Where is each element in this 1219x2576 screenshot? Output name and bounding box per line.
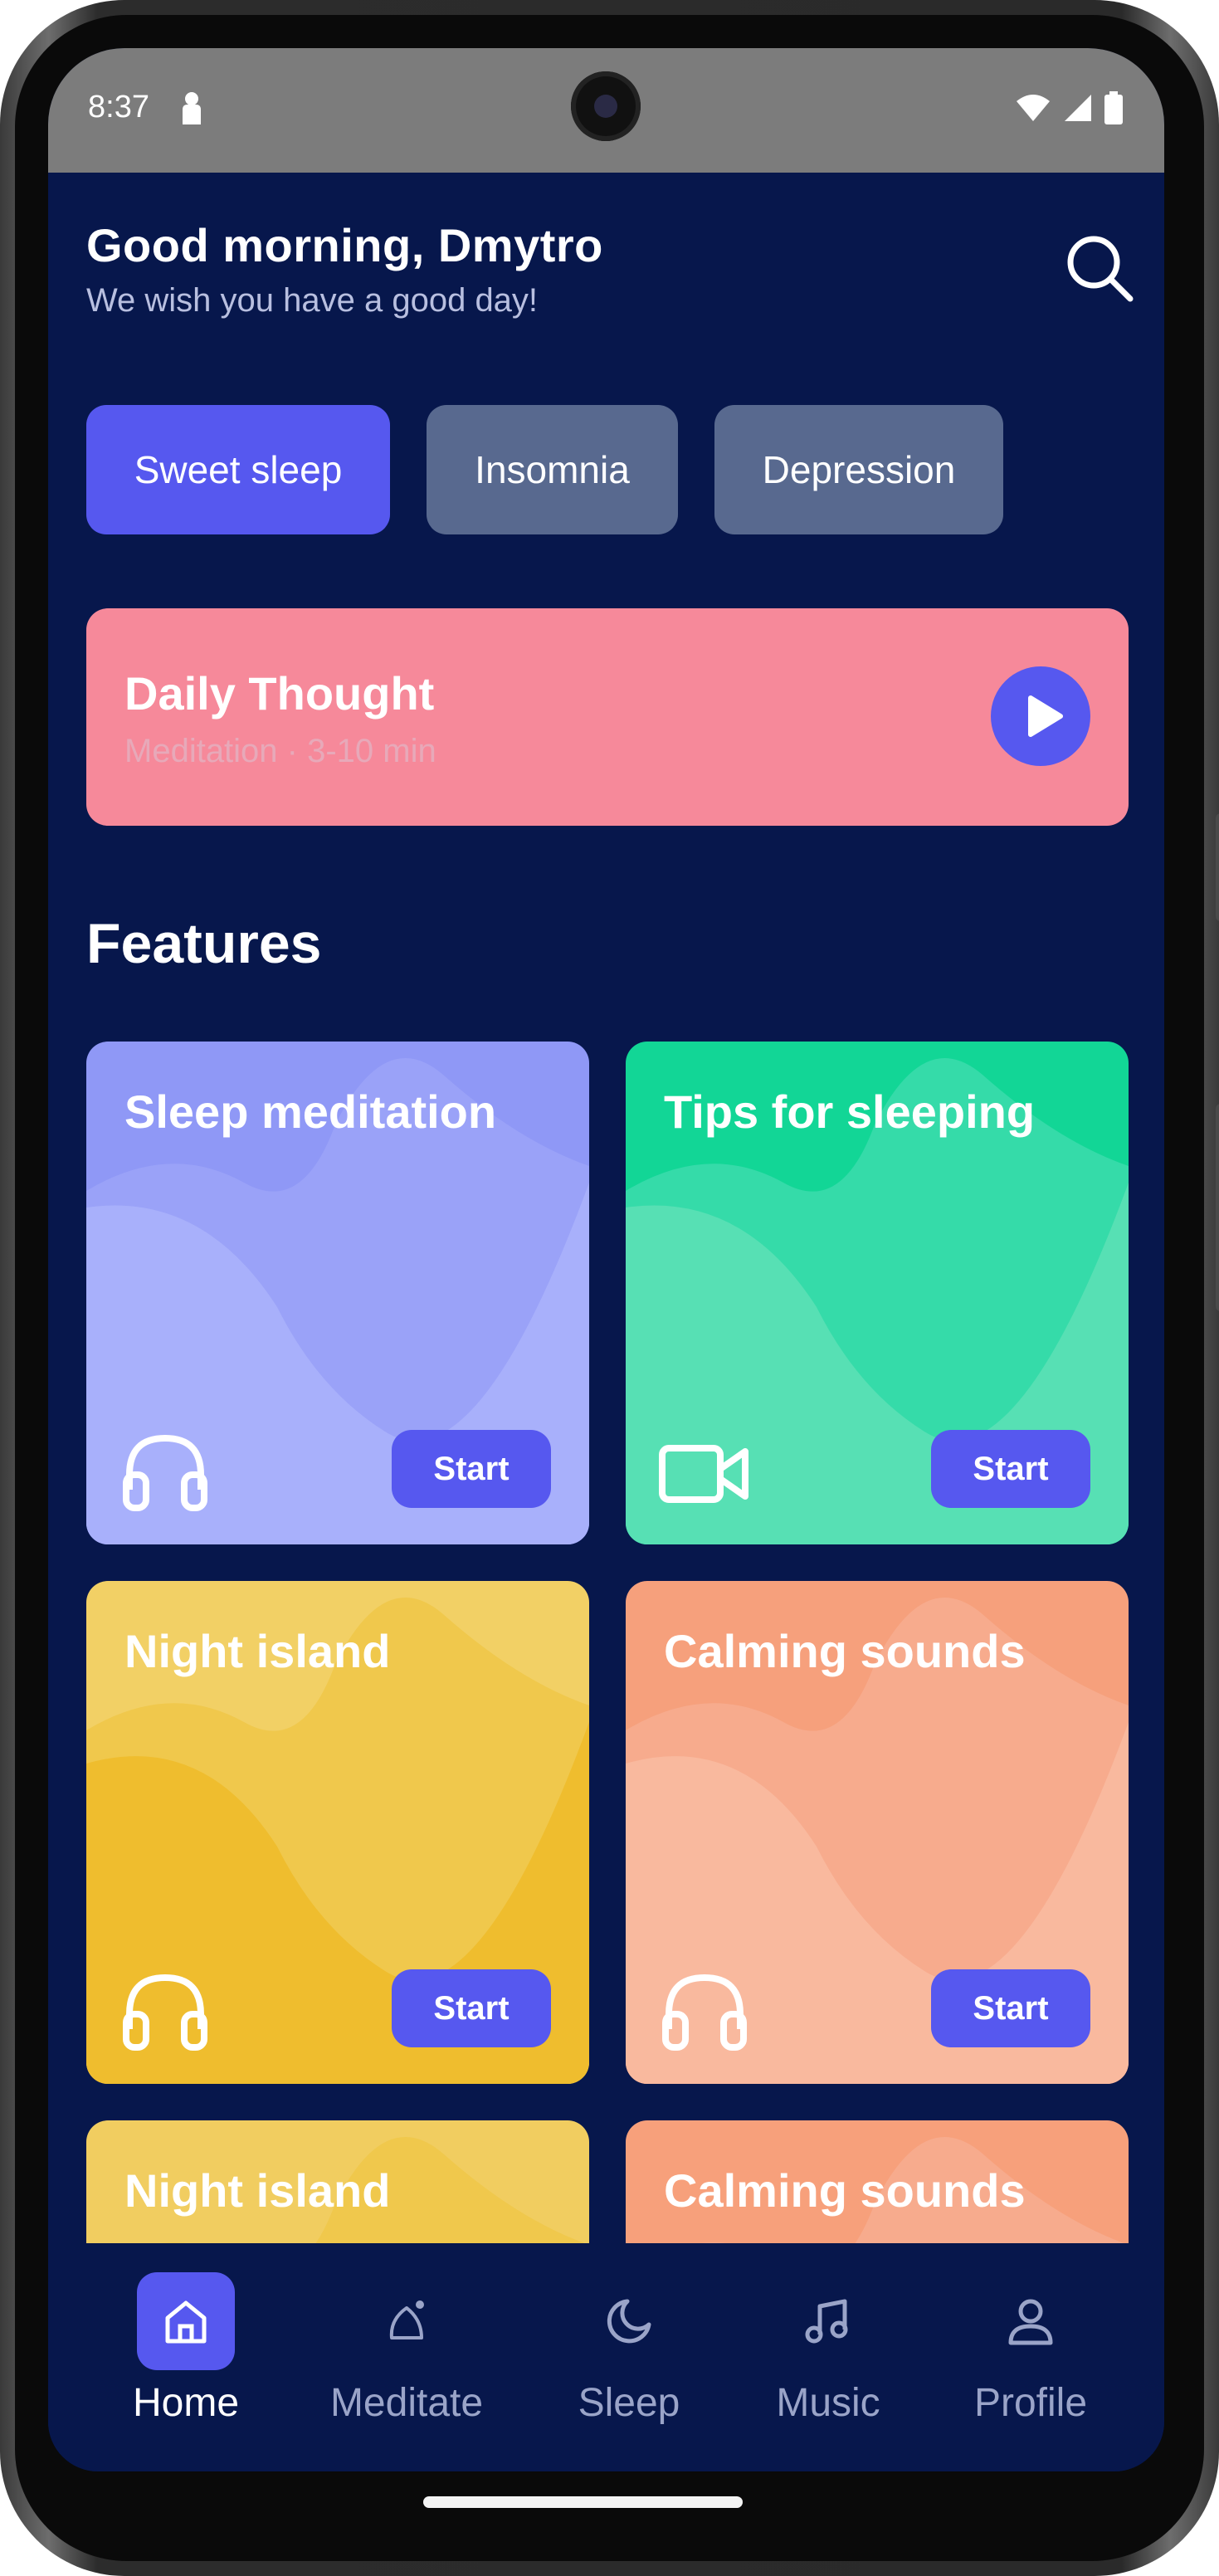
nav-meditate-icon-wrap <box>358 2272 456 2370</box>
nav-sleep-label: Sleep <box>578 2381 680 2425</box>
card-title: Night island <box>124 2164 391 2217</box>
chip-depression[interactable]: Depression <box>714 405 1003 534</box>
feature-card-night-island[interactable]: Night island Start <box>86 1581 589 2084</box>
headphones-icon <box>123 1973 207 2051</box>
status-time: 8:37 <box>88 90 149 124</box>
nav-sleep-icon-wrap <box>580 2272 678 2370</box>
daily-thought-card[interactable]: Daily Thought Meditation · 3-10 min <box>86 608 1129 826</box>
nav-profile-label: Profile <box>973 2381 1088 2425</box>
daily-thought-subtitle: Meditation · 3-10 min <box>124 733 436 769</box>
chip-insomnia[interactable]: Insomnia <box>427 405 678 534</box>
nav-music-label: Music <box>776 2381 880 2425</box>
profile-icon <box>1008 2299 1053 2345</box>
bottom-navigation: Home Meditate Sleep Music Profile <box>48 2243 1164 2471</box>
card-title: Tips for sleeping <box>664 1086 1036 1138</box>
nav-home-label: Home <box>132 2381 240 2425</box>
volume-button <box>1216 813 1219 921</box>
feature-card-night-island-2[interactable]: Night island <box>86 2120 589 2253</box>
nav-meditate-label: Meditate <box>329 2381 484 2425</box>
front-camera <box>571 71 641 141</box>
moon-icon <box>607 2299 651 2344</box>
chip-sweet-sleep[interactable]: Sweet sleep <box>86 405 390 534</box>
nav-profile-icon-wrap <box>982 2272 1080 2370</box>
meditate-icon <box>389 2300 424 2339</box>
features-heading: Features <box>86 912 322 975</box>
feature-card-calming-sounds-2[interactable]: Calming sounds <box>626 2120 1129 2253</box>
card-title: Sleep meditation <box>124 1086 497 1138</box>
greeting-subtitle: We wish you have a good day! <box>86 282 539 319</box>
wifi-icon <box>1017 95 1050 121</box>
greeting-title: Good morning, Dmytro <box>86 219 603 271</box>
nav-home[interactable]: Home <box>95 2243 277 2426</box>
play-icon <box>1028 695 1063 737</box>
start-button[interactable]: Start <box>931 1430 1090 1508</box>
start-button[interactable]: Start <box>392 1969 551 2047</box>
nav-sleep[interactable]: Sleep <box>538 2243 720 2426</box>
person-status-icon <box>183 92 201 124</box>
feature-card-sleep-meditation[interactable]: Sleep meditation Start <box>86 1042 589 1544</box>
video-camera-icon <box>659 1445 748 1503</box>
nav-profile[interactable]: Profile <box>939 2243 1122 2426</box>
power-button <box>1216 1104 1219 1311</box>
battery-icon <box>1104 91 1123 124</box>
feature-card-tips-for-sleeping[interactable]: Tips for sleeping Start <box>626 1042 1129 1544</box>
nav-music-icon-wrap <box>779 2272 877 2370</box>
feature-card-calming-sounds[interactable]: Calming sounds Start <box>626 1581 1129 2084</box>
start-button[interactable]: Start <box>392 1430 551 1508</box>
app-screen: 8:37 Good morning, Dmytro We wish you ha… <box>48 48 1164 2471</box>
play-button[interactable] <box>991 666 1090 766</box>
card-title: Calming sounds <box>664 2164 1026 2217</box>
nav-music[interactable]: Music <box>737 2243 919 2426</box>
status-bar: 8:37 <box>48 48 1164 173</box>
home-icon <box>165 2300 207 2344</box>
start-button[interactable]: Start <box>931 1969 1090 2047</box>
nav-home-icon-wrap <box>137 2272 235 2370</box>
phone-frame: 8:37 Good morning, Dmytro We wish you ha… <box>0 0 1219 2576</box>
search-icon[interactable] <box>1062 231 1137 305</box>
nav-meditate[interactable]: Meditate <box>315 2243 498 2426</box>
music-note-icon <box>805 2299 848 2344</box>
headphones-icon <box>662 1973 747 2051</box>
card-title: Night island <box>124 1625 391 1677</box>
status-icons <box>1015 91 1123 124</box>
headphones-icon <box>123 1434 207 1511</box>
home-indicator[interactable] <box>423 2496 743 2508</box>
card-title: Calming sounds <box>664 1625 1026 1677</box>
signal-icon <box>1065 95 1091 121</box>
daily-thought-title: Daily Thought <box>124 667 435 720</box>
